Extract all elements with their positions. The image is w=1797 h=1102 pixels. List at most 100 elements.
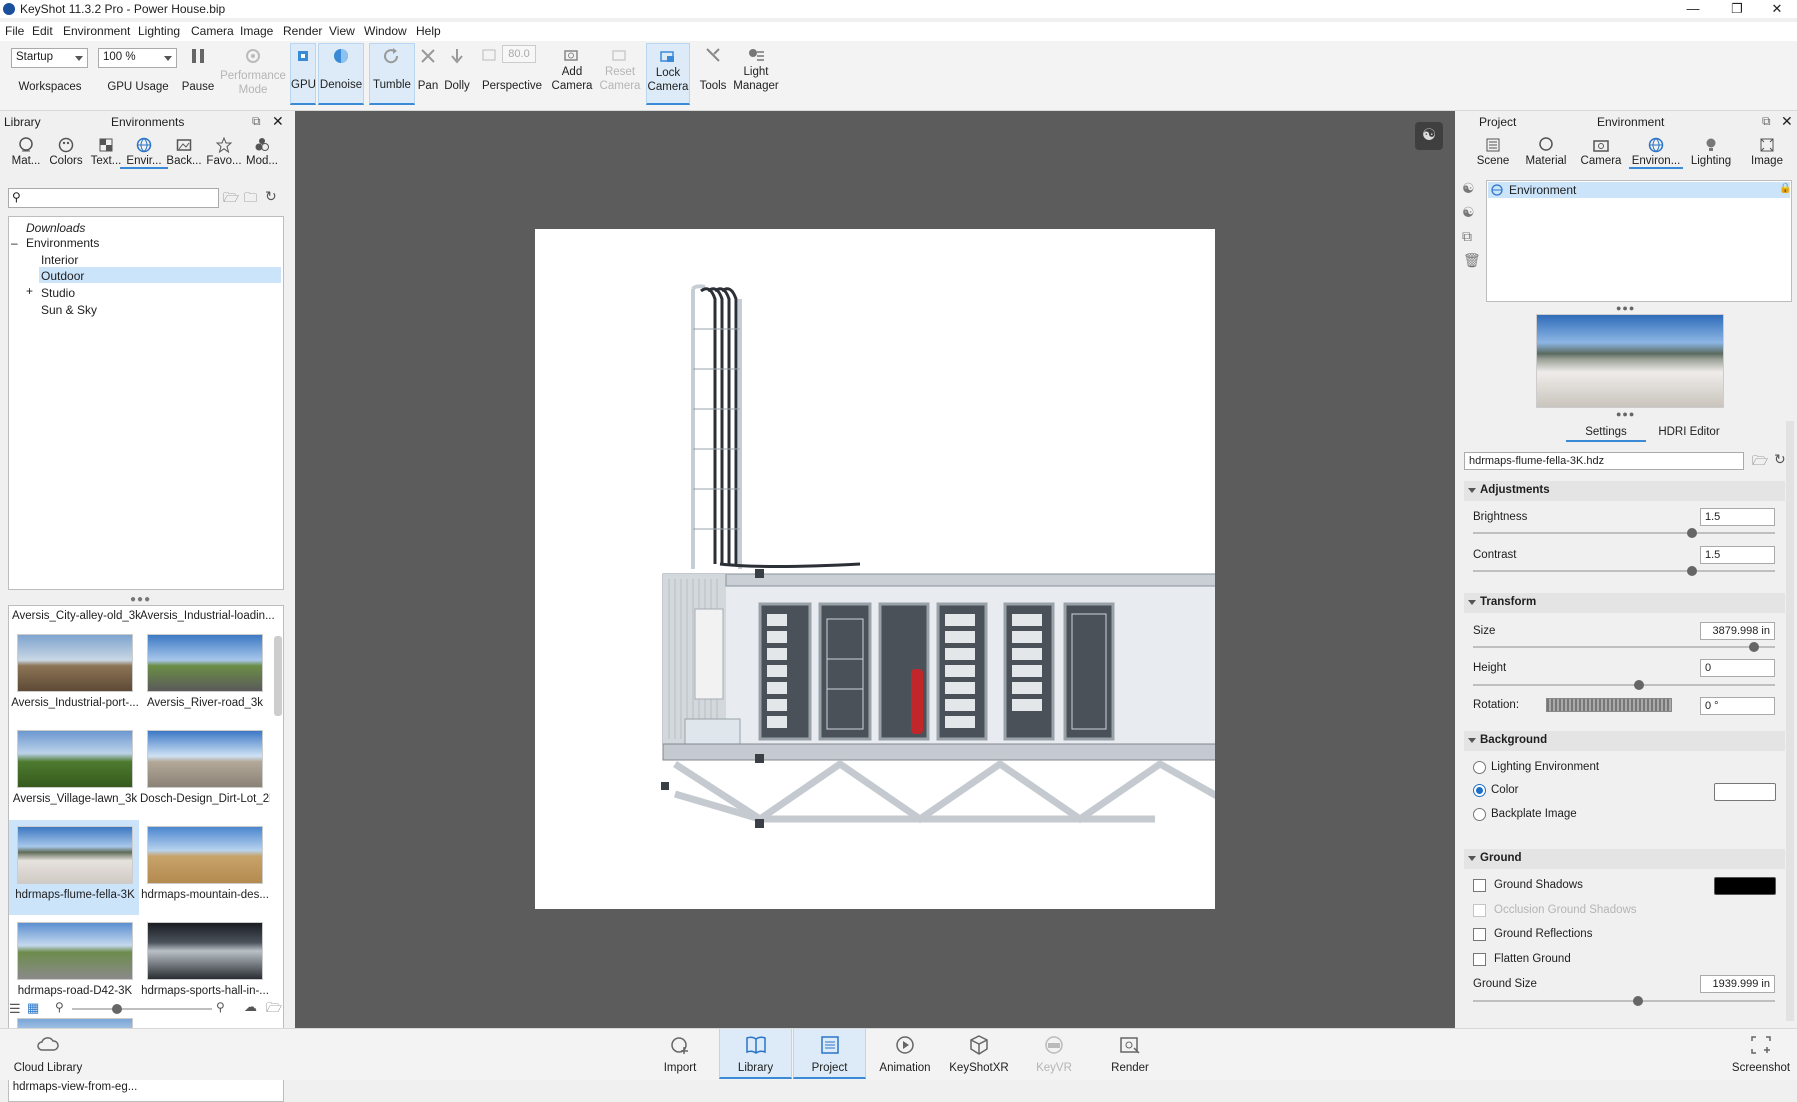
refresh-icon[interactable]: ↻	[265, 188, 277, 205]
ground-size-slider[interactable]	[1473, 996, 1775, 1006]
thumb-dirt-lot[interactable]: Dosch-Design_Dirt-Lot_2k	[140, 730, 270, 805]
project-button[interactable]: Project	[793, 1029, 866, 1079]
duplicate-environment-icon[interactable]: ☯	[1462, 204, 1475, 221]
brightness-slider[interactable]	[1473, 528, 1775, 538]
workspace-select[interactable]: Startup	[11, 48, 88, 68]
tab-camera[interactable]: Camera	[1574, 137, 1628, 167]
bg-lighting-environment-radio[interactable]	[1473, 761, 1486, 774]
gpu-toggle[interactable]: GPU	[290, 43, 316, 105]
tab-material[interactable]: Material	[1519, 137, 1573, 167]
splitter-handle[interactable]: ●●●	[1616, 303, 1635, 313]
folder-import-icon[interactable]: 🗁	[266, 999, 282, 1021]
rotation-field[interactable]: 0 °	[1700, 697, 1775, 715]
splitter-handle[interactable]: ●●●	[1616, 409, 1635, 419]
thumbs-scrollbar[interactable]	[274, 636, 282, 716]
menu-lighting[interactable]: Lighting	[138, 24, 180, 38]
add-environment-icon[interactable]: ☯	[1462, 180, 1475, 197]
thumb-industrial-port[interactable]: Aversis_Industrial-port-...	[10, 634, 140, 709]
minimize-icon[interactable]: —	[1673, 0, 1713, 18]
render-button[interactable]: Render	[1100, 1029, 1160, 1079]
cloud-library-button[interactable]: Cloud Library	[8, 1029, 88, 1079]
undock-icon[interactable]: ⧉	[252, 114, 261, 129]
tab-lighting[interactable]: Lighting	[1684, 137, 1738, 167]
lock-icon[interactable]: 🔒	[1779, 183, 1791, 194]
tab-models[interactable]: Mod...	[238, 137, 286, 167]
occlusion-shadows-checkbox[interactable]	[1473, 904, 1486, 917]
tree-sun-sky[interactable]: Sun & Sky	[41, 303, 97, 317]
hdri-preview[interactable]	[1536, 314, 1724, 408]
maximize-icon[interactable]: ❐	[1717, 0, 1757, 18]
shadow-color-swatch[interactable]	[1714, 877, 1776, 895]
subtab-settings[interactable]: Settings	[1566, 426, 1646, 442]
thumb-village-lawn[interactable]: Aversis_Village-lawn_3k	[10, 730, 140, 805]
import-button[interactable]: Import	[650, 1029, 710, 1079]
contrast-field[interactable]: 1.5	[1700, 546, 1775, 564]
denoise-toggle[interactable]: Denoise	[318, 43, 364, 105]
ground-section[interactable]: Ground	[1464, 849, 1785, 869]
light-manager-button[interactable]: Light Manager	[732, 43, 780, 105]
close-window-icon[interactable]: ✕	[1757, 0, 1797, 18]
delete-icon[interactable]: 🗑	[1463, 252, 1481, 269]
pan-button[interactable]: Pan	[416, 43, 440, 105]
menu-camera[interactable]: Camera	[191, 24, 234, 38]
dolly-button[interactable]: Dolly	[441, 43, 473, 105]
tab-image[interactable]: Image	[1740, 137, 1794, 167]
menu-window[interactable]: Window	[364, 24, 407, 38]
flatten-ground-checkbox[interactable]	[1473, 953, 1486, 966]
size-slider[interactable]	[1473, 642, 1775, 652]
splitter-handle[interactable]: ●●●	[130, 594, 151, 605]
add-camera-button[interactable]: Add Camera	[551, 43, 593, 105]
undock-icon[interactable]: ⧉	[1762, 114, 1771, 129]
folder-add-icon[interactable]: 🗀	[244, 189, 257, 211]
cloud-upload-icon[interactable]: ☁	[244, 999, 257, 1015]
library-button[interactable]: Library	[719, 1029, 792, 1079]
rotation-dial[interactable]	[1546, 698, 1672, 712]
height-slider[interactable]	[1473, 680, 1775, 690]
ground-reflections-checkbox[interactable]	[1473, 928, 1486, 941]
close-panel-icon[interactable]: ✕	[1781, 113, 1793, 130]
menu-image[interactable]: Image	[240, 24, 273, 38]
library-search-input[interactable]: ⚲	[8, 188, 219, 208]
refresh-icon[interactable]: ↻	[1774, 451, 1786, 468]
tab-environment[interactable]: Environ...	[1629, 137, 1683, 169]
performance-mode-button[interactable]: Performance Mode	[218, 43, 288, 105]
menu-environment[interactable]: Environment	[63, 24, 130, 38]
subtab-hdri-editor[interactable]: HDRI Editor	[1646, 426, 1732, 438]
height-field[interactable]: 0	[1700, 659, 1775, 677]
tumble-button[interactable]: Tumble	[369, 43, 415, 105]
menu-render[interactable]: Render	[283, 24, 322, 38]
list-view-icon[interactable]: ☰	[9, 1001, 21, 1017]
adjustments-section[interactable]: Adjustments	[1464, 481, 1785, 501]
menu-edit[interactable]: Edit	[32, 24, 53, 38]
bg-backplate-radio[interactable]	[1473, 808, 1486, 821]
pause-button[interactable]: Pause	[180, 43, 216, 105]
render-canvas[interactable]	[535, 229, 1215, 909]
hdri-file-field[interactable]: hdrmaps-flume-fella-3K.hdz	[1464, 452, 1744, 470]
zoom-in-icon[interactable]: ⚲	[216, 1000, 225, 1014]
menu-help[interactable]: Help	[416, 24, 441, 38]
close-panel-icon[interactable]: ✕	[272, 113, 284, 130]
tree-environments[interactable]: Environments	[26, 236, 99, 250]
menu-view[interactable]: View	[329, 24, 355, 38]
thumb-flume-fella[interactable]: hdrmaps-flume-fella-3K	[10, 826, 140, 901]
fov-field[interactable]: 80.0	[502, 45, 536, 63]
folder-open-icon[interactable]: 🗁	[223, 189, 239, 211]
tree-interior[interactable]: Interior	[41, 253, 78, 267]
bg-color-swatch[interactable]	[1714, 783, 1776, 801]
animation-button[interactable]: Animation	[873, 1029, 937, 1079]
ground-size-field[interactable]: 1939.999 in	[1700, 975, 1775, 993]
thumb-sports-hall[interactable]: hdrmaps-sports-hall-in-...	[140, 922, 270, 997]
thumb-river-road[interactable]: Aversis_River-road_3k	[140, 634, 270, 709]
tab-scene[interactable]: Scene	[1466, 137, 1520, 167]
tools-button[interactable]: Tools	[696, 43, 730, 105]
lock-camera-toggle[interactable]: Lock Camera	[646, 43, 690, 105]
thumbnail-size-slider[interactable]	[72, 1004, 212, 1014]
tree-collapse-icon[interactable]: –	[11, 236, 21, 250]
ground-shadows-checkbox[interactable]	[1473, 879, 1486, 892]
settings-scrollbar[interactable]	[1786, 421, 1794, 1021]
tree-expand-icon[interactable]: +	[26, 284, 33, 298]
transform-section[interactable]: Transform	[1464, 593, 1785, 613]
brightness-field[interactable]: 1.5	[1700, 508, 1775, 526]
size-field[interactable]: 3879.998 in	[1700, 622, 1775, 640]
perspective-control[interactable]: 80.0 Perspective	[478, 43, 546, 105]
